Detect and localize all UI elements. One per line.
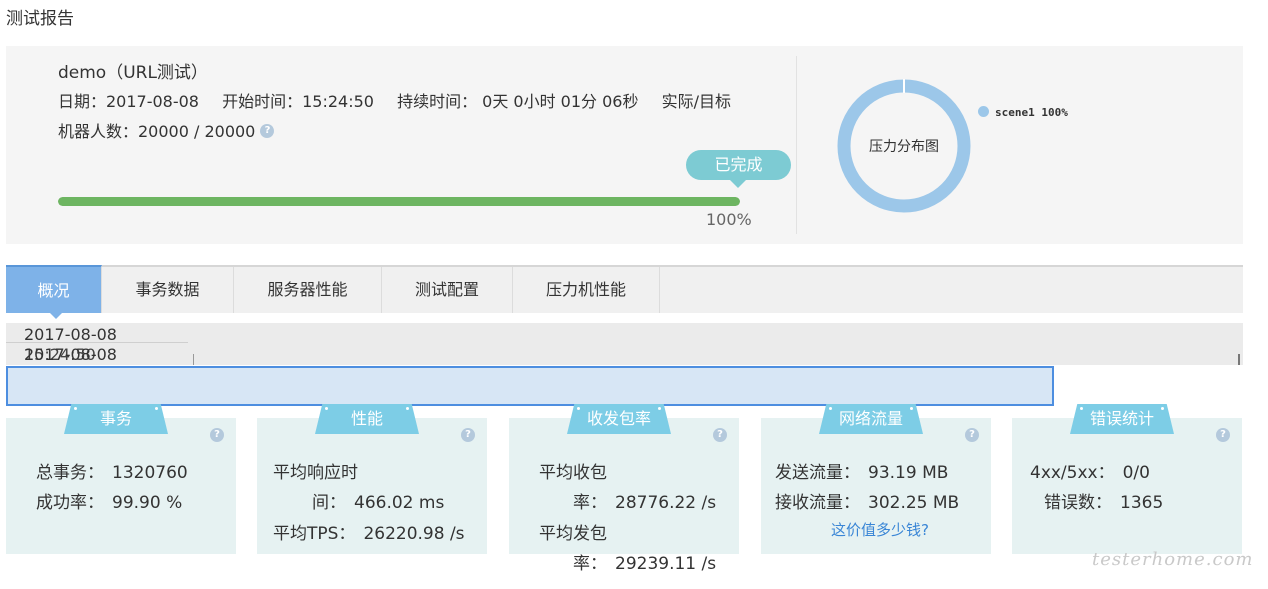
legend-label: scene1 100% [995, 106, 1068, 119]
metric-value: 93.19 MB [868, 463, 949, 483]
metric-avg-recv-rate: 率： 28776.22 /s [573, 488, 716, 513]
metric-sent-traffic: 发送流量： 93.19 MB [775, 458, 948, 483]
metric-value: 0/0 [1122, 463, 1150, 483]
pressure-distribution-chart: 压力分布图 [837, 79, 971, 213]
timeline-time: 15:24:50 [24, 345, 96, 364]
traffic-cost-link[interactable]: 这价值多少钱? [831, 519, 929, 540]
tab-test-config[interactable]: 测试配置 [382, 267, 513, 313]
metric-label: 接收流量： [775, 493, 860, 513]
timeline-axis[interactable]: 2017-08-08 2017-08-08 15:24:50 [6, 323, 1243, 365]
status-badge: 已完成 [686, 150, 791, 188]
metric-value: 99.90 % [112, 493, 183, 513]
card-tag-packet-rate: 收发包率 [567, 404, 671, 434]
robot-count-text: 机器人数：20000 / 20000 [58, 122, 256, 141]
divider [796, 56, 797, 234]
time-range-selection[interactable] [6, 366, 1054, 406]
metric-received-traffic: 接收流量： 302.25 MB [775, 488, 959, 513]
duration: 持续时间： 0天 0小时 01分 06秒 [397, 92, 639, 111]
metric-label: 平均TPS： [273, 524, 356, 544]
metric-error-count: 错误数： 1365 [1044, 488, 1163, 513]
metric-avg-send-label: 平均发包 [539, 519, 607, 544]
metric-label: 4xx/5xx： [1030, 463, 1115, 483]
metric-label: 总事务： [36, 463, 104, 483]
help-icon[interactable]: ? [461, 428, 475, 442]
metric-avg-tps: 平均TPS： 26220.98 /s [273, 519, 465, 544]
card-packet-rate: 收发包率 ? 平均收包 率： 28776.22 /s 平均发包 率： 29239.1… [509, 404, 739, 574]
robot-count: 机器人数：20000 / 20000 ? [58, 118, 275, 142]
help-icon[interactable]: ? [1216, 428, 1230, 442]
card-tag-performance: 性能 [315, 404, 419, 434]
progress-percent: 100% [706, 210, 752, 229]
timeline-rule [6, 342, 188, 343]
tab-transaction-data[interactable]: 事务数据 [102, 267, 234, 313]
help-icon[interactable]: ? [965, 428, 979, 442]
metric-total-transactions: 总事务： 1320760 [36, 458, 188, 483]
card-tag-error-stats: 错误统计 [1070, 404, 1174, 434]
report-tabs: 概况 事务数据 服务器性能 测试配置 压力机性能 [6, 265, 1243, 319]
metric-label: 平均发包 [539, 524, 607, 544]
card-network-traffic: 网络流量 ? 发送流量： 93.19 MB 接收流量： 302.25 MB 这价值多… [761, 404, 991, 554]
metric-value: 1320760 [112, 463, 188, 483]
help-icon[interactable]: ? [260, 124, 275, 138]
tab-load-generator-performance[interactable]: 压力机性能 [513, 267, 660, 313]
metric-cards: 事务 ? 总事务： 1320760 成功率： 99.90 % 性能 ? 平均响应时 … [6, 404, 1243, 574]
metric-label: 间： [312, 493, 346, 513]
test-date: 日期：2017-08-08 [58, 92, 199, 111]
metric-value: 466.02 ms [354, 493, 445, 513]
metric-avg-recv-label: 平均收包 [539, 458, 607, 483]
metric-value: 1365 [1120, 493, 1164, 513]
actual-target-label: 实际/目标 [661, 92, 731, 111]
test-name: demo（URL测试） [58, 63, 208, 83]
metric-value: 26220.98 /s [363, 524, 465, 544]
test-meta: 日期：2017-08-08 开始时间：15:24:50 持续时间： 0天 0小时… [58, 88, 749, 112]
metric-value: 28776.22 /s [615, 493, 717, 513]
metric-avg-response-time: 间： 466.02 ms [312, 488, 444, 513]
progress-fill [58, 197, 740, 206]
card-performance: 性能 ? 平均响应时 间： 466.02 ms 平均TPS： 26220.98 /s [257, 404, 487, 554]
help-icon[interactable]: ? [713, 428, 727, 442]
metric-label: 平均收包 [539, 463, 607, 483]
metric-label: 发送流量： [775, 463, 860, 483]
metric-value: 29239.11 /s [615, 554, 717, 574]
card-error-stats: 错误统计 ? 4xx/5xx： 0/0 错误数： 1365 [1012, 404, 1242, 554]
progress-bar [58, 197, 740, 206]
metric-avg-response-label: 平均响应时 [273, 458, 358, 483]
timeline-tick-end [1238, 354, 1240, 365]
metric-label: 率： [573, 493, 607, 513]
tab-server-performance[interactable]: 服务器性能 [234, 267, 382, 313]
page-title: 测试报告 [6, 9, 74, 29]
start-time: 开始时间：15:24:50 [222, 92, 374, 111]
test-summary-panel: demo（URL测试） 日期：2017-08-08 开始时间：15:24:50 … [6, 46, 1243, 244]
metric-value: 302.25 MB [868, 493, 960, 513]
help-icon[interactable]: ? [210, 428, 224, 442]
metric-label: 率： [573, 554, 607, 574]
metric-avg-send-rate: 率： 29239.11 /s [573, 549, 716, 574]
metric-http-errors: 4xx/5xx： 0/0 [1030, 458, 1150, 483]
watermark: testerhome.com [1092, 549, 1254, 570]
metric-label: 错误数： [1044, 493, 1112, 513]
metric-label: 平均响应时 [273, 463, 358, 483]
card-tag-transactions: 事务 [64, 404, 168, 434]
tab-overview[interactable]: 概况 [6, 265, 102, 319]
metric-label: 成功率： [36, 493, 104, 513]
timeline-tick [193, 354, 194, 365]
chart-center-label: 压力分布图 [869, 139, 939, 155]
chart-legend: scene1 100% [978, 106, 1068, 119]
card-tag-network-traffic: 网络流量 [819, 404, 923, 434]
metric-success-rate: 成功率： 99.90 % [36, 488, 182, 513]
legend-dot [978, 106, 989, 117]
card-transactions: 事务 ? 总事务： 1320760 成功率： 99.90 % [6, 404, 236, 554]
